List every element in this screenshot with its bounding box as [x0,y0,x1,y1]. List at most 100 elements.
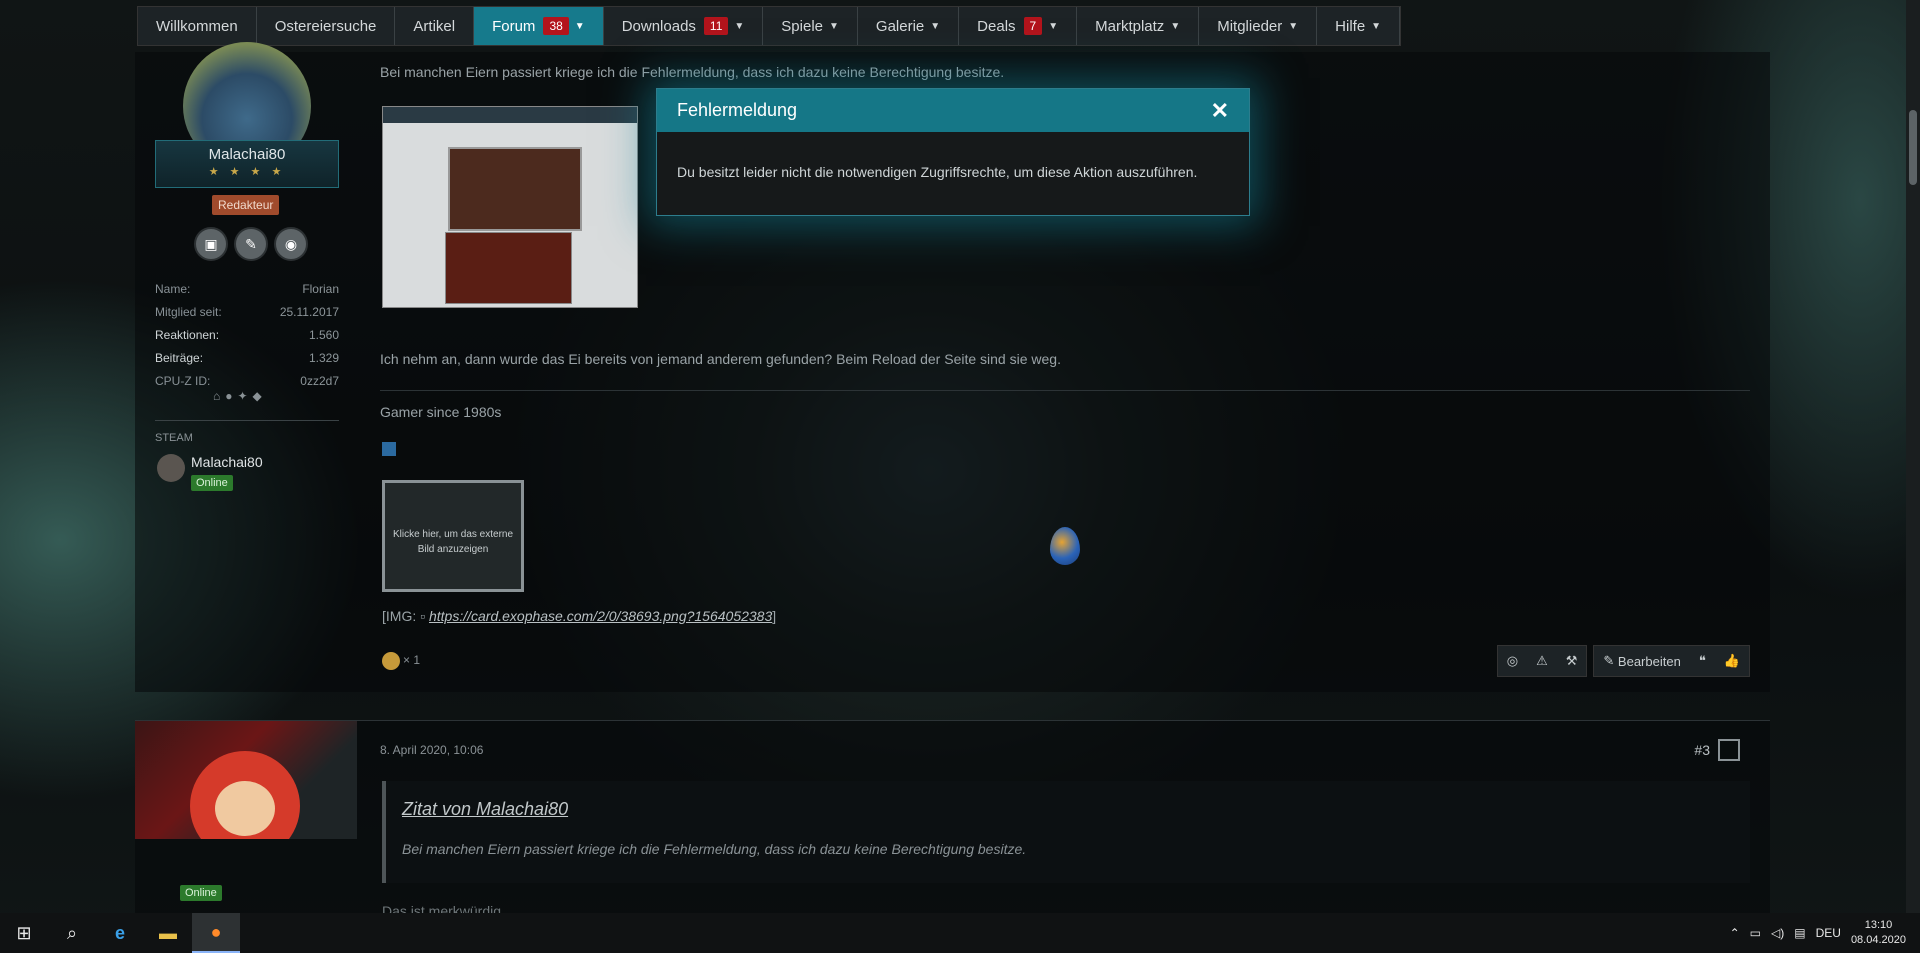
firefox-icon[interactable]: ● [192,913,240,953]
info-value: 25.11.2017 [279,304,339,319]
pencil-icon: ✎ [1603,653,1618,668]
online-badge: Online [191,475,233,491]
nav-item-marktplatz[interactable]: Marktplatz ▼ [1077,7,1200,45]
nav-item-ostereiersuche[interactable]: Ostereiersuche [257,7,396,45]
nav-label: Artikel [413,17,456,35]
info-key: CPU-Z ID: [155,373,211,388]
signature-separator [380,390,1750,391]
online-badge-2: Online [180,885,222,901]
info-row: Name: Florian [155,277,339,300]
nav-item-forum[interactable]: Forum 38 ▼ [474,7,604,45]
chevron-down-icon: ▼ [1048,20,1059,32]
avatar-2[interactable] [135,721,357,839]
pencil-trophy-icon[interactable]: ✎ [234,227,268,261]
chevron-down-icon: ▼ [1170,20,1181,32]
img-suffix: ] [772,608,777,624]
nav-item-hilfe[interactable]: Hilfe ▼ [1317,7,1401,45]
chevron-down-icon: ▼ [574,20,585,32]
chevron-down-icon: ▼ [734,20,745,32]
nav-item-downloads[interactable]: Downloads 11 ▼ [604,7,764,45]
img-prefix: [IMG: [382,608,417,624]
nav-label: Downloads [621,17,696,35]
camera-trophy-icon[interactable]: ▣ [194,227,228,261]
info-value: 0zz2d7 [300,373,339,388]
chevron-down-icon: ▼ [1371,20,1382,32]
nav-label: Forum [492,17,536,35]
social-icons[interactable]: ⌂●✦◆ [213,389,267,403]
nav-item-mitglieder[interactable]: Mitglieder ▼ [1199,7,1318,45]
external-image-placeholder[interactable]: Klicke hier, um das externe Bild anzuzei… [382,480,524,592]
reaction-summary[interactable]: × 1 [382,652,420,670]
info-value[interactable]: 1.560 [309,328,339,342]
windows-start-icon[interactable]: ⊞ [0,913,48,953]
nav-label: Spiele [781,17,823,35]
gamepad-trophy-icon[interactable]: ◉ [274,227,308,261]
rank-stars: ★ ★ ★ ★ [208,166,286,178]
nav-label: Galerie [875,17,925,35]
image-link[interactable]: https://card.exophase.com/2/0/38693.png?… [429,608,772,624]
external-image-label: Klicke hier, um das externe Bild anzuzei… [392,529,514,555]
steam-status: Online [191,473,233,491]
nav-label: Marktplatz [1095,17,1165,35]
steam-avatar[interactable] [157,454,185,482]
clock-time: 13:10 [1864,919,1893,931]
nav-item-galerie[interactable]: Galerie ▼ [858,7,960,45]
search-icon[interactable]: ⌕ [48,913,96,953]
edit-label: Bearbeiten [1617,653,1681,669]
quote-author[interactable]: Zitat von Malachai80 [402,799,568,820]
info-row: Mitglied seit: 25.11.2017 [155,300,339,323]
file-explorer-icon[interactable]: ▬ [144,913,192,953]
post-date[interactable]: 8. April 2020, 10:06 [380,743,483,757]
post-2: Online 8. April 2020, 10:06 #3 Zitat von… [135,720,1770,936]
nav-label: Hilfe [1335,17,1366,35]
username[interactable]: Malachai80 [156,146,338,163]
nav-count-badge: 11 [703,17,729,35]
nav-item-spiele[interactable]: Spiele ▼ [763,7,858,45]
clock-date: 08.04.2020 [1850,934,1906,946]
dialog-title: Fehlermeldung [677,100,798,120]
network-icon[interactable]: ▭ [1750,926,1761,940]
chevron-down-icon: ▼ [829,20,839,32]
easter-egg-icon[interactable] [1050,527,1080,565]
quote-icon[interactable]: ❝ [1690,646,1715,676]
steam-username[interactable]: Malachai80 [191,454,263,470]
clock[interactable]: 13:10 08.04.2020 [1851,918,1906,948]
attached-screenshot[interactable] [382,106,638,308]
chevron-down-icon: ▼ [930,20,941,32]
small-image-icon[interactable] [382,442,396,456]
nav-label: Willkommen [156,17,238,35]
sidebar-divider [155,420,339,421]
language-indicator[interactable]: DEU [1816,926,1841,940]
hammer-icon[interactable]: ⚒ [1557,646,1587,676]
post-select-checkbox[interactable] [1718,739,1740,761]
nav-label: Mitglieder [1217,17,1283,35]
action-group-2: ✎ Bearbeiten ❝ 👍 [1593,645,1750,677]
info-row: Beiträge: 1.329 [155,346,339,369]
globe-icon[interactable]: ◎ [1498,646,1527,676]
nav-item-deals[interactable]: Deals 7 ▼ [959,7,1078,45]
edit-button[interactable]: ✎ Bearbeiten [1594,646,1689,676]
thumbs-up-icon[interactable]: 👍 [1715,646,1749,676]
scrollbar-thumb[interactable] [1909,110,1917,185]
notification-icon[interactable]: ▤ [1794,926,1805,940]
nav-item-willkommen[interactable]: Willkommen [138,7,257,45]
chevron-down-icon: ▼ [1288,20,1299,32]
close-icon[interactable]: ✕ [1211,98,1229,124]
nav-count-badge: 7 [1023,17,1043,35]
nav-item-artikel[interactable]: Artikel [395,7,475,45]
author-info-list: Name: Florian Mitglied seit: 25.11.2017 Reak… [155,277,339,392]
nav-count-badge: 38 [543,17,569,35]
info-row: Reaktionen: 1.560 [155,323,339,346]
nav-label: Ostereiersuche [274,17,377,35]
volume-icon[interactable]: ◁) [1771,926,1784,940]
post-number-label[interactable]: #3 [1694,742,1710,758]
internet-explorer-icon[interactable]: e [96,913,144,953]
chevron-up-icon[interactable]: ⌃ [1730,926,1740,940]
info-value[interactable]: 1.329 [309,351,339,365]
dialog-header: Fehlermeldung ✕ [657,89,1249,132]
page-scrollbar[interactable] [1906,0,1920,913]
system-tray: ⌃ ▭ ◁) ▤ DEU 13:10 08.04.2020 [1730,913,1906,953]
username-box[interactable]: Malachai80 ★ ★ ★ ★ [155,140,339,188]
warning-icon[interactable]: ⚠ [1527,646,1557,676]
info-key: Mitglied seit: [155,304,222,319]
